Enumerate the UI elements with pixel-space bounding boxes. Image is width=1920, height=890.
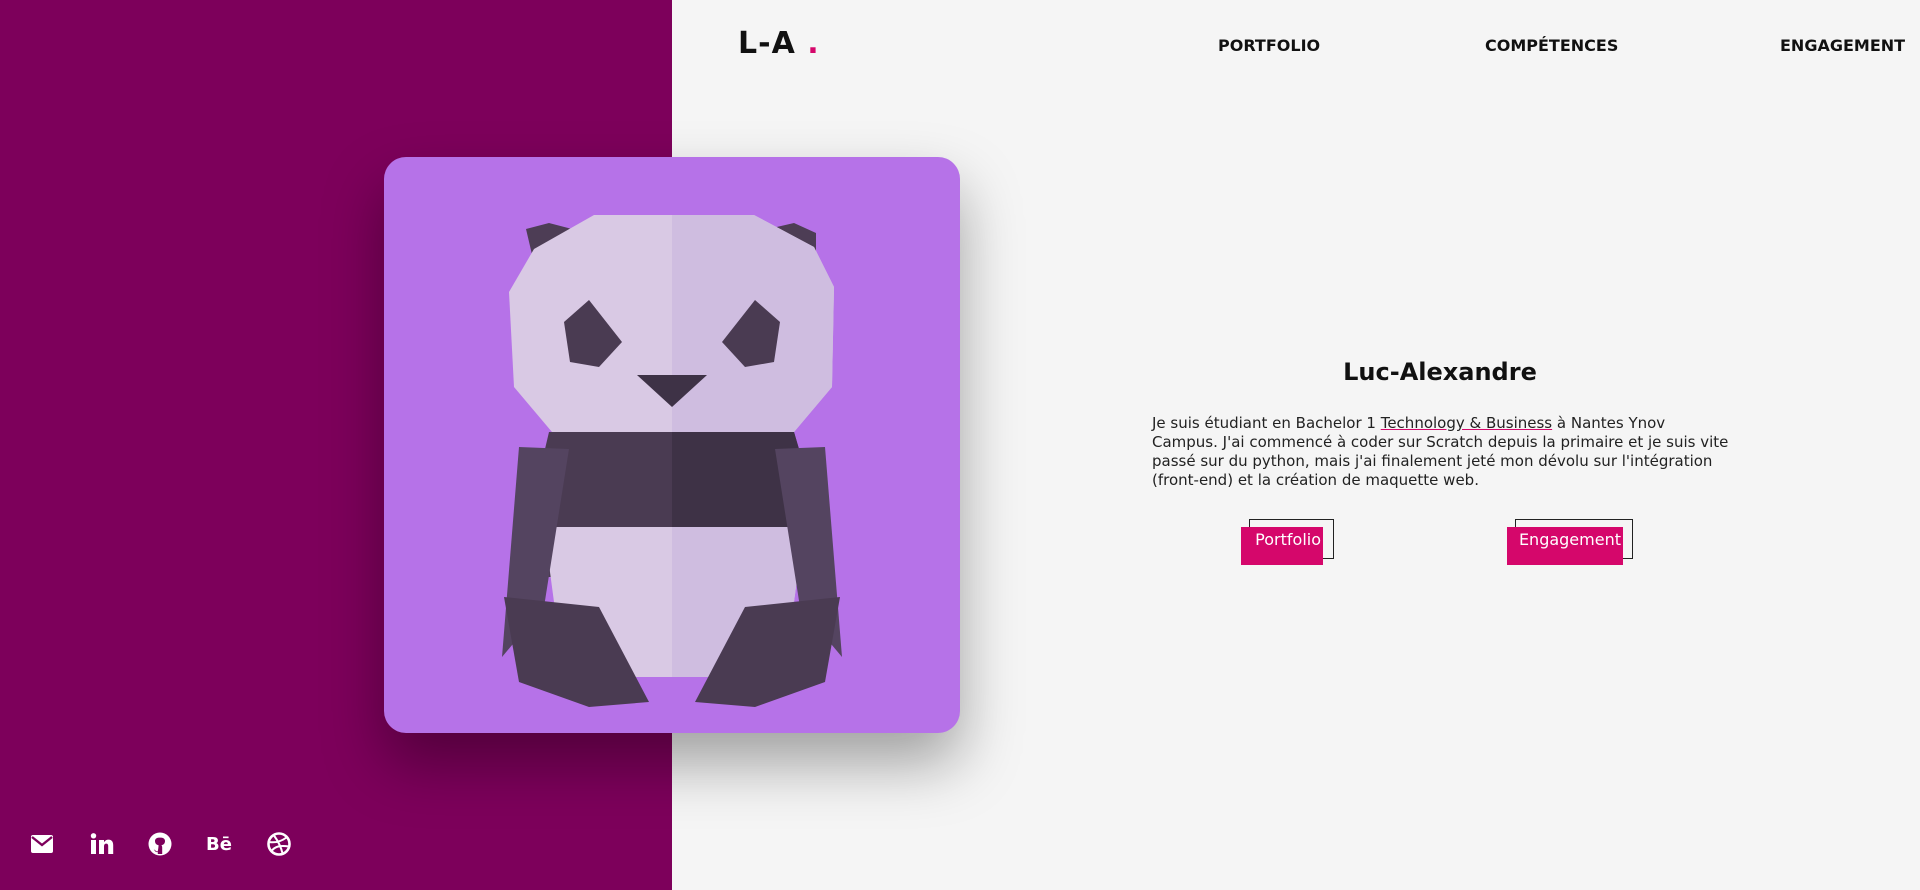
engagement-button-wrap: Engagement — [1507, 519, 1633, 565]
bio-text-1: Je suis étudiant en Bachelor 1 — [1152, 414, 1381, 432]
linkedin-icon[interactable] — [89, 832, 115, 856]
profile-name: Luc-Alexandre — [1343, 358, 1537, 386]
portfolio-button-wrap: Portfolio — [1241, 519, 1334, 565]
github-icon[interactable] — [147, 832, 173, 856]
hero-image-card — [384, 157, 960, 733]
mail-icon[interactable] — [29, 832, 55, 856]
nav-portfolio[interactable]: PORTFOLIO — [1218, 36, 1320, 55]
engagement-button-label: Engagement — [1518, 530, 1621, 549]
engagement-button[interactable]: Engagement — [1507, 527, 1623, 565]
portfolio-button-label: Portfolio — [1255, 530, 1321, 549]
profile-bio: Je suis étudiant en Bachelor 1 Technolog… — [1152, 414, 1730, 490]
behance-icon[interactable]: Bē — [206, 832, 232, 856]
nav-competences[interactable]: COMPÉTENCES — [1485, 36, 1618, 55]
logo[interactable]: L-A . — [738, 26, 820, 61]
logo-text: L-A — [738, 26, 796, 61]
origami-panda-image — [502, 215, 842, 707]
nav-engagement[interactable]: ENGAGEMENT — [1780, 36, 1905, 55]
portfolio-button[interactable]: Portfolio — [1241, 527, 1323, 565]
logo-dot: . — [807, 26, 820, 61]
bio-program-link[interactable]: Technology & Business — [1381, 414, 1552, 432]
dribbble-icon[interactable] — [266, 832, 292, 856]
